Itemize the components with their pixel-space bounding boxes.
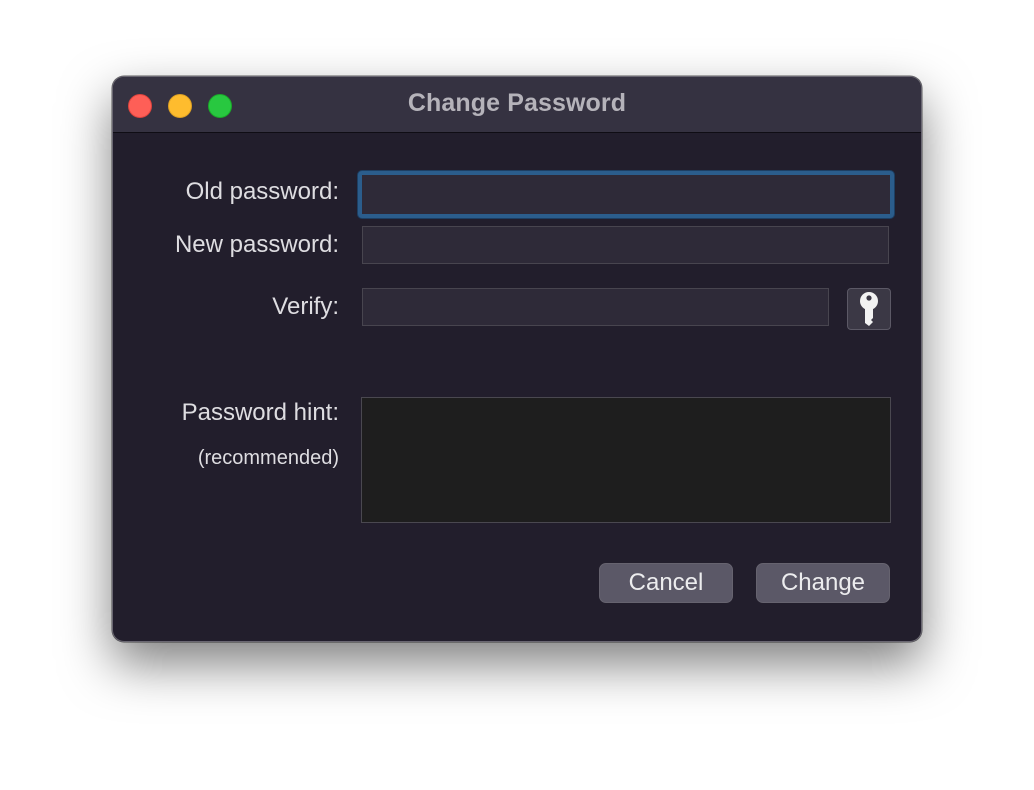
change-button[interactable]: Change xyxy=(756,563,890,603)
cancel-button[interactable]: Cancel xyxy=(599,563,733,603)
old-password-label: Old password: xyxy=(185,178,339,205)
old-password-field[interactable] xyxy=(358,171,894,218)
new-password-field[interactable] xyxy=(362,226,889,264)
key-icon xyxy=(860,292,878,326)
verify-field[interactable] xyxy=(362,288,829,326)
window-title: Change Password xyxy=(407,89,627,117)
new-password-label: New password: xyxy=(174,231,339,258)
password-hint-field[interactable] xyxy=(361,397,891,523)
password-hint-label: Password hint: xyxy=(181,399,339,426)
change-password-dialog: Change Password Old password: New passwo… xyxy=(112,76,922,642)
password-hint-sublabel: (recommended) xyxy=(197,447,339,469)
password-assistant-button[interactable] xyxy=(847,288,891,330)
verify-label: Verify: xyxy=(272,293,339,320)
title-bar[interactable]: Change Password xyxy=(113,77,921,133)
